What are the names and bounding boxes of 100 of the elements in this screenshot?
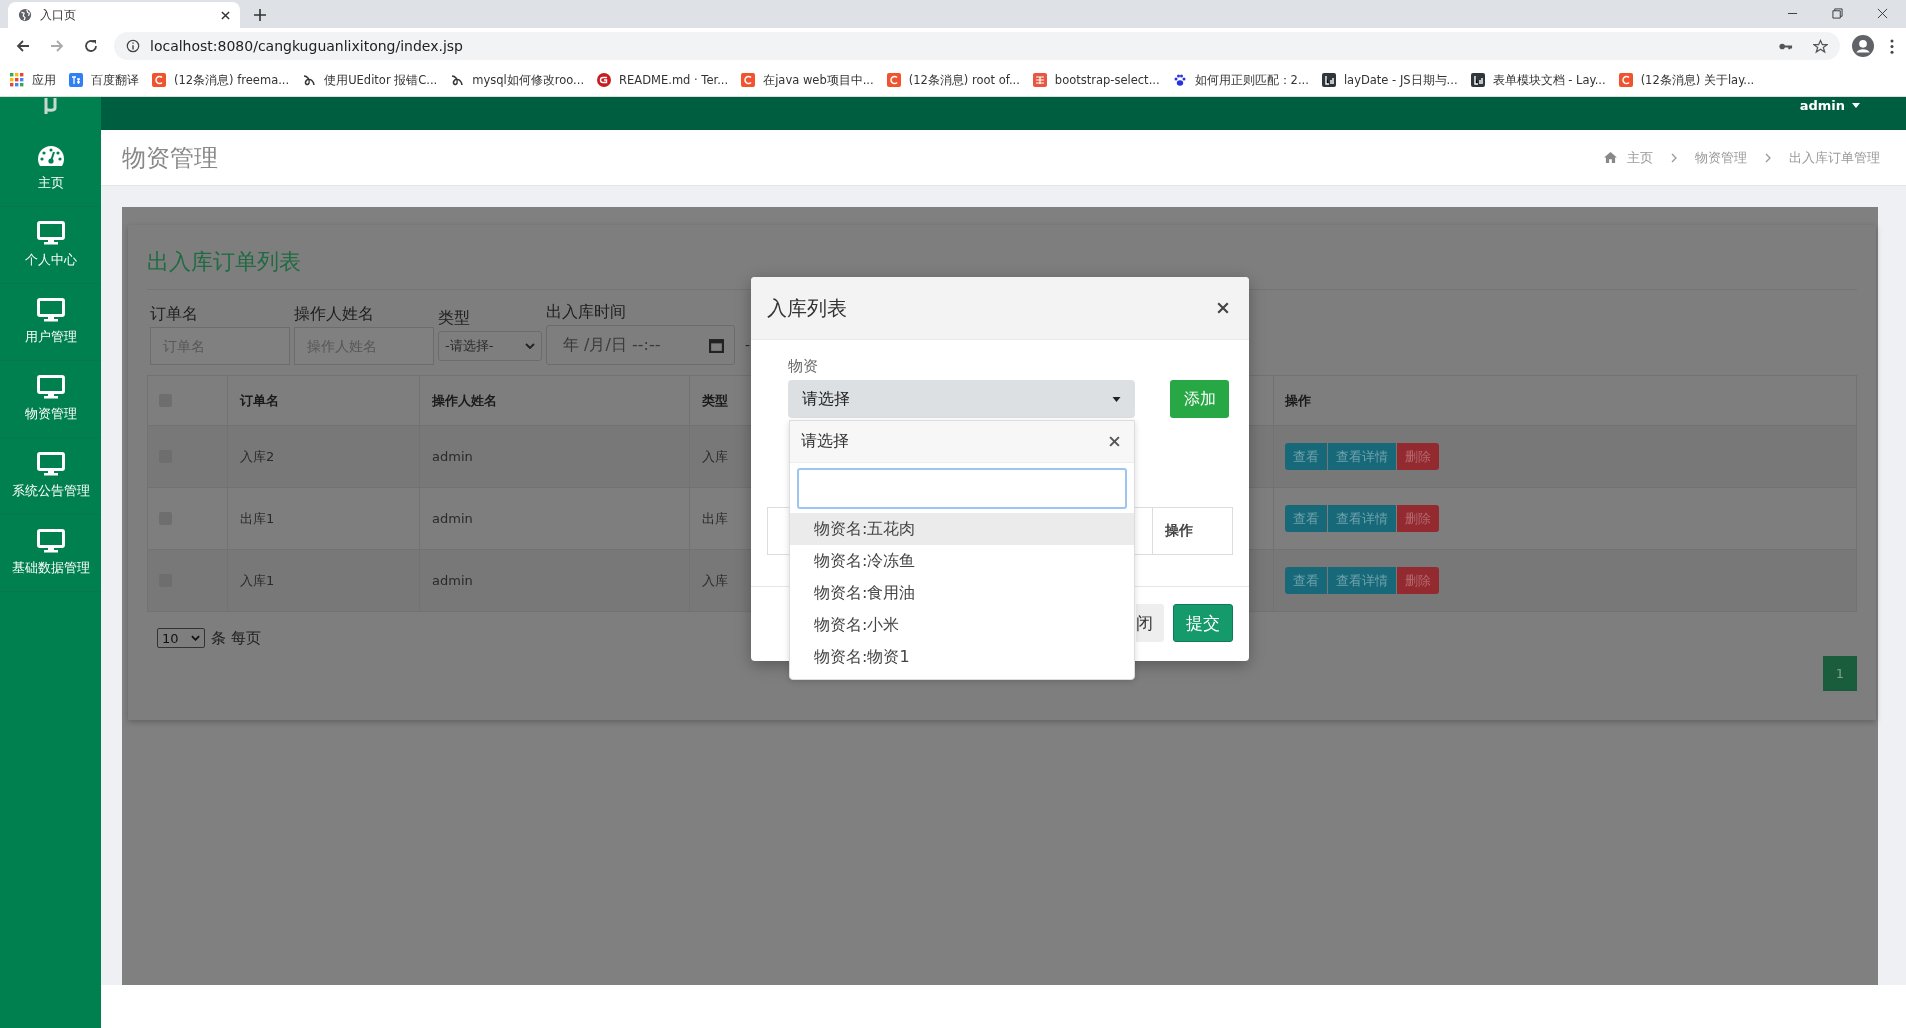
submit-button[interactable]: 提交 xyxy=(1173,604,1233,642)
table-cell: admin xyxy=(432,449,473,464)
caret-icon xyxy=(1112,396,1121,402)
type-select[interactable]: -请选择- xyxy=(438,331,542,361)
table-cell: admin xyxy=(432,573,473,588)
c-logo-icon xyxy=(1618,73,1633,87)
filter-label: 操作人姓名 xyxy=(294,304,375,325)
user-menu[interactable]: admin xyxy=(1799,98,1860,113)
field-label: 物资 xyxy=(788,357,818,376)
page-button[interactable]: 1 xyxy=(1823,656,1857,691)
add-button[interactable]: 添加 xyxy=(1170,380,1229,418)
dropdown-option[interactable]: 物资名:冷冻鱼 xyxy=(790,545,1134,577)
bookmark[interactable]: (12条消息) 关于lay... xyxy=(1618,72,1755,88)
breadcrumb-link[interactable]: 主页 xyxy=(1627,148,1653,167)
breadcrumb-link[interactable]: 物资管理 xyxy=(1695,148,1747,167)
bookmark[interactable]: 应用 xyxy=(10,72,56,88)
dropdown-option[interactable]: 物资名:小米 xyxy=(790,609,1134,641)
back-icon[interactable] xyxy=(15,38,31,54)
info-icon xyxy=(126,39,140,53)
monitor-icon xyxy=(36,375,65,399)
g-logo-icon xyxy=(597,73,612,87)
home-icon xyxy=(1604,152,1617,163)
monitor-icon xyxy=(36,298,65,322)
filter-label: 订单名 xyxy=(150,304,199,325)
bookmark[interactable]: 如何用正则匹配：2... xyxy=(1172,72,1309,88)
dropdown-option[interactable]: 物资名:物资1 xyxy=(790,641,1134,673)
browser-tab[interactable]: 入口页 xyxy=(8,2,240,28)
swirl-icon xyxy=(450,73,465,87)
bookmark[interactable]: (12条消息) root of... xyxy=(886,72,1020,88)
search-field[interactable] xyxy=(797,468,1127,509)
close-button[interactable]: 闭 xyxy=(1136,604,1164,642)
table-cell: 出库 xyxy=(702,509,728,528)
column-header: 操作 xyxy=(1165,522,1193,540)
monitor-icon xyxy=(36,529,65,553)
range-dash: - xyxy=(745,337,751,353)
bookmark[interactable]: 在java web项目中... xyxy=(741,72,874,88)
monitor-icon xyxy=(36,452,65,476)
restore-icon[interactable] xyxy=(1832,8,1843,19)
page-size-label: 条 每页 xyxy=(211,628,261,648)
table-cell: 入库 xyxy=(702,447,728,466)
close-icon[interactable] xyxy=(221,10,230,20)
dropdown-title: 请选择 xyxy=(801,431,849,452)
layui-logo-icon xyxy=(1321,73,1336,87)
c-logo-icon xyxy=(886,73,901,87)
star-icon[interactable] xyxy=(1813,38,1828,54)
bookmark[interactable]: 表单模块文档 - Lay... xyxy=(1470,72,1606,88)
column-header: 操作 xyxy=(1285,391,1311,410)
calendar-icon[interactable] xyxy=(709,337,724,353)
table-cell: 入库1 xyxy=(240,571,275,590)
bookmark[interactable]: mysql如何修改roo... xyxy=(450,72,585,88)
monitor-icon xyxy=(36,221,65,245)
datetime-field[interactable]: 年 /月/日 --:-- xyxy=(546,325,735,365)
bookmark[interactable]: 使用UEditor 报错C... xyxy=(302,72,438,88)
layui-logo-icon xyxy=(1470,73,1485,87)
translate-icon xyxy=(69,73,83,87)
tab-title: 入口页 xyxy=(40,6,77,24)
globe-icon xyxy=(18,8,32,22)
close-icon[interactable] xyxy=(1877,8,1888,19)
chevron-icon xyxy=(1671,152,1677,163)
paw-icon xyxy=(1172,73,1187,87)
filter-label: 出入库时间 xyxy=(546,302,627,323)
document-icon xyxy=(1032,73,1047,87)
close-icon[interactable] xyxy=(1217,302,1229,314)
dropdown-option[interactable]: 物资名:五花肉 xyxy=(790,513,1134,545)
sidebar-item[interactable]: 主页 xyxy=(0,130,101,207)
breadcrumb-link[interactable]: 出入库订单管理 xyxy=(1789,148,1880,167)
table-cell: 入库 xyxy=(702,571,728,590)
chevron-icon xyxy=(1765,152,1771,163)
bookmark[interactable]: 百度翻译 xyxy=(69,72,139,88)
chevron-down-icon xyxy=(525,343,535,349)
chevron-down-icon xyxy=(191,635,200,641)
bookmark[interactable]: (12条消息) freema... xyxy=(152,72,290,88)
table-cell: 出库1 xyxy=(240,509,275,528)
table-cell: admin xyxy=(432,511,473,526)
column-header: 订单名 xyxy=(240,391,279,410)
menu-icon[interactable] xyxy=(1890,38,1894,54)
material-select[interactable]: 请选择 xyxy=(788,380,1135,418)
logo-icon xyxy=(42,98,59,114)
apps-grid-icon xyxy=(10,73,24,87)
bookmark[interactable]: bootstrap-select... xyxy=(1032,73,1160,87)
profile-icon[interactable] xyxy=(1852,35,1874,57)
reload-icon[interactable] xyxy=(83,38,99,54)
address-bar[interactable]: localhost:8080/cangkuguanlixitong/index.jsp xyxy=(114,32,1840,60)
caret-icon xyxy=(1852,103,1860,108)
filter-label: 类型 xyxy=(438,308,471,329)
table-cell: 入库2 xyxy=(240,447,275,466)
c-logo-icon xyxy=(741,73,756,87)
close-icon[interactable] xyxy=(1109,436,1120,447)
column-header: 操作人姓名 xyxy=(432,391,497,410)
new-tab-icon[interactable] xyxy=(254,9,266,21)
modal-title: 入库列表 xyxy=(767,294,847,322)
swirl-icon xyxy=(302,73,317,87)
page-title: 物资管理 xyxy=(122,142,218,174)
url-text: localhost:8080/cangkuguanlixitong/index.jsp xyxy=(150,38,463,54)
column-header: 类型 xyxy=(702,391,728,410)
bookmark[interactable]: layDate - JS日期与... xyxy=(1321,72,1458,88)
c-logo-icon xyxy=(152,73,166,87)
bookmark[interactable]: README.md · Ter... xyxy=(597,73,729,87)
page-size-select[interactable]: 10 xyxy=(157,628,205,648)
dropdown-option[interactable]: 物资名:食用油 xyxy=(790,577,1134,609)
